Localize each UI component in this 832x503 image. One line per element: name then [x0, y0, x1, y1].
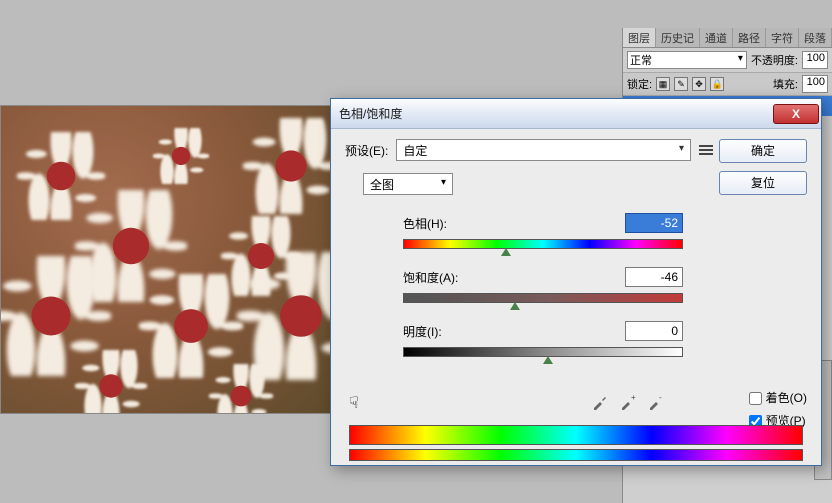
channel-select[interactable]: 全图 — [363, 173, 453, 195]
svg-text:-: - — [659, 393, 662, 402]
colorize-checkbox-label[interactable]: 着色(O) — [749, 389, 807, 406]
hue-spectrum-top — [349, 425, 803, 445]
lock-pixels-icon[interactable]: ✎ — [674, 77, 688, 91]
saturation-slider[interactable] — [403, 293, 683, 303]
canvas-image[interactable] — [0, 105, 352, 414]
lightness-label: 明度(I): — [403, 323, 442, 340]
blend-row: 正常 不透明度: 100 — [623, 48, 832, 72]
lightness-slider-thumb[interactable] — [543, 356, 553, 364]
hue-slider[interactable] — [403, 239, 683, 249]
opacity-input[interactable]: 100 — [802, 51, 828, 69]
hue-slider-thumb[interactable] — [501, 248, 511, 256]
cancel-button[interactable]: 复位 — [719, 171, 807, 195]
eyedropper-plus-icon[interactable]: + — [619, 393, 637, 411]
tab-history[interactable]: 历史记 — [656, 28, 700, 47]
fill-label: 填充: — [773, 76, 798, 92]
panel-tabs: 图层 历史记 通道 路径 字符 段落 — [623, 28, 832, 48]
lock-row: 锁定: ▦ ✎ ✥ 🔒 填充: 100 — [623, 72, 832, 96]
hue-label: 色相(H): — [403, 215, 447, 232]
fill-input[interactable]: 100 — [802, 75, 828, 93]
preset-select[interactable]: 自定 — [396, 139, 691, 161]
lightness-slider[interactable] — [403, 347, 683, 357]
tab-character[interactable]: 字符 — [766, 28, 799, 47]
scrubby-hand-icon[interactable]: ☟ — [349, 393, 359, 413]
saturation-slider-thumb[interactable] — [510, 302, 520, 310]
tab-paths[interactable]: 路径 — [733, 28, 766, 47]
dialog-titlebar[interactable]: 色相/饱和度 X — [331, 99, 821, 129]
eyedropper-minus-icon[interactable]: - — [647, 393, 665, 411]
preset-label: 预设(E): — [345, 142, 388, 159]
tab-channels[interactable]: 通道 — [700, 28, 733, 47]
hue-input[interactable] — [625, 213, 683, 233]
saturation-input[interactable] — [625, 267, 683, 287]
lock-all-icon[interactable]: 🔒 — [710, 77, 724, 91]
lock-position-icon[interactable]: ✥ — [692, 77, 706, 91]
opacity-label: 不透明度: — [751, 52, 798, 68]
lock-label: 锁定: — [627, 76, 652, 92]
preset-menu-icon[interactable] — [699, 143, 715, 157]
hue-spectrum-bottom — [349, 449, 803, 461]
eyedropper-group: + - — [591, 393, 665, 411]
dialog-title: 色相/饱和度 — [339, 105, 402, 122]
ok-button[interactable]: 确定 — [719, 139, 807, 163]
blend-mode-select[interactable]: 正常 — [627, 51, 747, 69]
close-button[interactable]: X — [773, 104, 819, 124]
tab-layers[interactable]: 图层 — [623, 28, 656, 47]
lock-transparent-icon[interactable]: ▦ — [656, 77, 670, 91]
tab-paragraph[interactable]: 段落 — [799, 28, 832, 47]
svg-text:+: + — [631, 393, 636, 402]
colorize-checkbox[interactable] — [749, 392, 762, 405]
hue-saturation-dialog: 色相/饱和度 X 预设(E): 自定 全图 色相(H): 饱和度(A): — [330, 98, 822, 466]
saturation-label: 饱和度(A): — [403, 269, 458, 286]
lightness-input[interactable] — [625, 321, 683, 341]
eyedropper-icon[interactable] — [591, 393, 609, 411]
